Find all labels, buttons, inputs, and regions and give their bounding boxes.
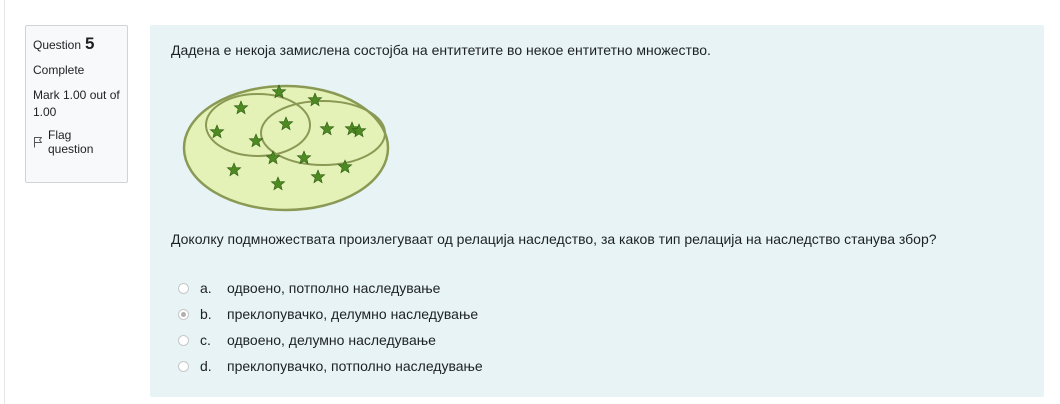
page-edge	[4, 0, 5, 404]
flag-icon	[33, 136, 43, 148]
answer-text: преклопувачко, потполно наследување	[227, 358, 483, 374]
question-number: Question 5	[33, 34, 120, 54]
question-number-value: 5	[85, 34, 95, 53]
question-prompt: Доколку подмножествата произлегуваат од …	[171, 231, 937, 247]
answer-text: преклопувачко, делумно наследување	[227, 306, 479, 322]
answer-letter: d.	[200, 358, 212, 374]
venn-diagram-image	[182, 84, 390, 212]
answer-letter: b.	[200, 306, 212, 322]
answer-options: a. одвоено, потполно наследување b. прек…	[178, 275, 483, 379]
question-info-panel: Question 5 Complete Mark 1.00 out of 1.0…	[25, 25, 128, 183]
question-grade: Mark 1.00 out of 1.00	[33, 88, 120, 119]
answer-text: одвоено, потполно наследување	[227, 280, 441, 296]
radio-button-selected[interactable]	[178, 308, 189, 320]
answer-option-a[interactable]: a. одвоено, потполно наследување	[178, 275, 483, 301]
outer-set-ellipse	[182, 84, 390, 212]
radio-button[interactable]	[178, 360, 189, 372]
answer-option-b[interactable]: b. преклопувачко, делумно наследување	[178, 301, 483, 327]
radio-button[interactable]	[178, 334, 189, 346]
question-state: Complete	[33, 63, 85, 77]
question-content: Дадена е некоја замислена состојба на ен…	[150, 25, 1044, 397]
answer-text: одвоено, делумно наследување	[227, 332, 436, 348]
radio-button[interactable]	[178, 282, 189, 294]
question-text: Дадена е некоја замислена состојба на ен…	[171, 42, 711, 58]
answer-letter: a.	[200, 280, 212, 296]
question-label: Question	[33, 38, 82, 52]
flag-question-button[interactable]: Flag question	[33, 128, 120, 156]
answer-option-c[interactable]: c. одвоено, делумно наследување	[178, 327, 483, 353]
flag-question-label: Flag question	[48, 128, 94, 156]
answer-option-d[interactable]: d. преклопувачко, потполно наследување	[178, 353, 483, 379]
answer-letter: c.	[200, 332, 211, 348]
